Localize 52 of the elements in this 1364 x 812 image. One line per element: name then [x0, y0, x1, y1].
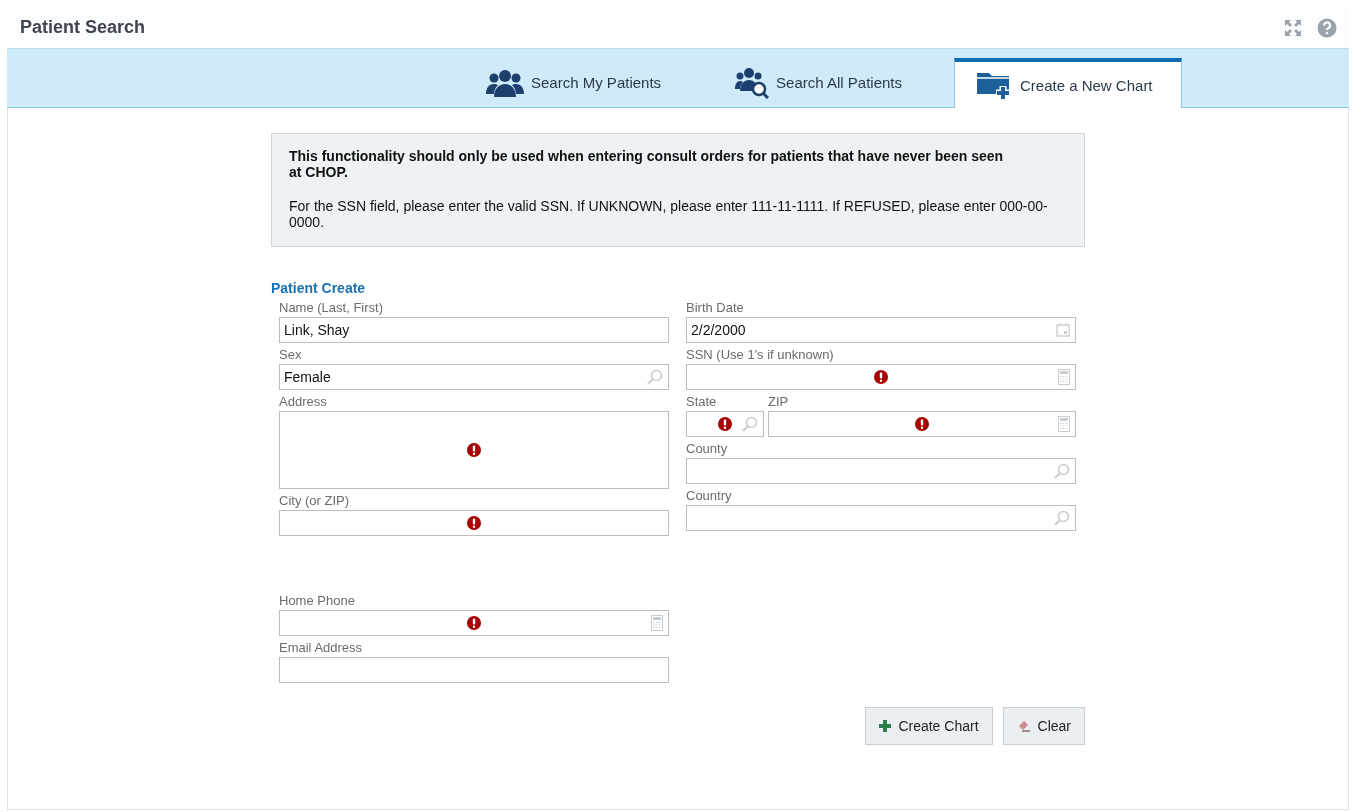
keypad-icon[interactable]	[651, 615, 663, 631]
error-icon	[718, 417, 732, 431]
input-field[interactable]	[279, 657, 669, 683]
section-title: Patient Create	[271, 280, 367, 296]
input-field[interactable]: 2/2/2000	[686, 317, 1076, 343]
tab[interactable]: Search All Patients	[713, 58, 924, 107]
error-icon	[467, 516, 481, 530]
field-label: SSN (Use 1's if unknown)	[686, 346, 835, 364]
error-icon	[467, 443, 481, 457]
create-chart-button[interactable]: Create Chart	[865, 707, 993, 745]
keypad-icon[interactable]	[1058, 416, 1070, 432]
field-label: County	[686, 440, 729, 458]
search-icon[interactable]	[742, 416, 758, 432]
panel-title: Patient Search	[20, 17, 146, 38]
input-field[interactable]: Link, Shay	[279, 317, 669, 343]
notice-text: For the SSN field, please enter the valid SSN. If UNKNOWN, please enter 111-11-1111. If REFUSED, please enter 000-00-0000.	[289, 198, 1049, 230]
search-icon[interactable]	[1054, 510, 1070, 526]
text-area[interactable]	[279, 411, 669, 489]
field-label: Home Phone	[279, 592, 356, 610]
input-field[interactable]	[279, 610, 669, 636]
field-label: Country	[686, 487, 733, 505]
people-search-icon	[735, 66, 770, 99]
error-icon	[874, 370, 888, 384]
field-label: City (or ZIP)	[279, 492, 351, 510]
input-field[interactable]	[686, 505, 1076, 531]
tab[interactable]: Search My Patients	[464, 58, 684, 107]
people-icon	[486, 68, 524, 97]
field-label: Sex	[279, 346, 303, 364]
search-icon[interactable]	[647, 369, 663, 385]
field-label: State	[686, 393, 718, 411]
error-icon	[915, 417, 929, 431]
input-field[interactable]	[768, 411, 1076, 437]
field-label: Address	[279, 393, 328, 411]
field-label: ZIP	[768, 393, 790, 411]
search-icon[interactable]	[1054, 463, 1070, 479]
plus-icon	[879, 720, 892, 732]
help-icon[interactable]	[1317, 17, 1337, 38]
input-field[interactable]: Female	[279, 364, 669, 390]
tab[interactable]: Create a New Chart	[954, 58, 1182, 108]
notice-heading: This functionality should only be used when entering consult orders for patients that have never been seen at CHOP.	[289, 148, 1005, 180]
input-field[interactable]	[686, 458, 1076, 484]
input-field[interactable]	[686, 411, 764, 437]
keypad-icon[interactable]	[1058, 369, 1070, 385]
error-icon	[467, 616, 481, 630]
field-label: Birth Date	[686, 299, 745, 317]
input-field[interactable]	[279, 510, 669, 536]
clear-button[interactable]: Clear	[1002, 707, 1085, 745]
field-label: Email Address	[279, 639, 364, 657]
expand-icon[interactable]	[1283, 17, 1303, 38]
field-label: Name (Last, First)	[279, 299, 384, 317]
input-field[interactable]	[686, 364, 1076, 390]
calendar-icon[interactable]	[1056, 323, 1070, 337]
